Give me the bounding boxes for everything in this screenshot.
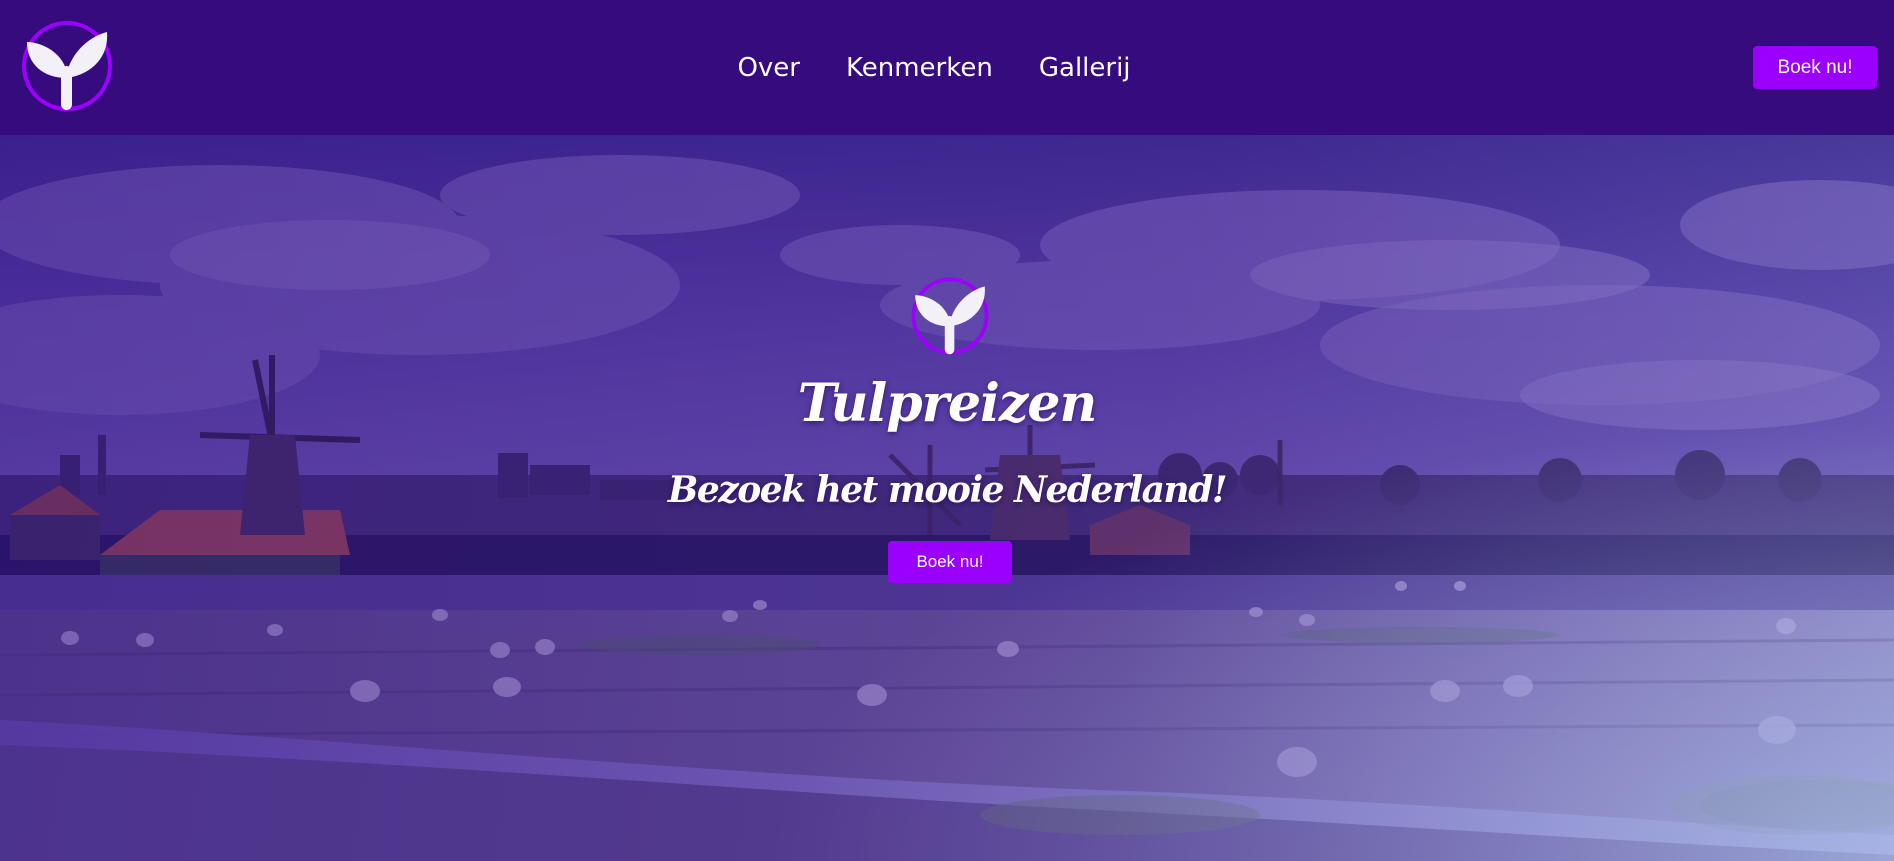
- book-now-button[interactable]: Boek nu!: [1753, 46, 1877, 89]
- navbar: Over Kenmerken Gallerij Boek nu!: [0, 0, 1894, 135]
- hero-section: Tulpreizen Bezoek het mooie Nederland! B…: [0, 135, 1894, 861]
- nav-link-gallerij[interactable]: Gallerij: [1039, 53, 1131, 83]
- nav-link-over[interactable]: Over: [737, 53, 800, 83]
- hero-content: Tulpreizen Bezoek het mooie Nederland! B…: [0, 135, 1894, 861]
- main-navigation: Over Kenmerken Gallerij: [0, 0, 1894, 135]
- hero-title: Tulpreizen: [797, 373, 1098, 434]
- hero-subtitle: Bezoek het mooie Nederland!: [667, 469, 1228, 511]
- hero-sprout-icon: [910, 276, 990, 356]
- nav-link-kenmerken[interactable]: Kenmerken: [846, 53, 993, 83]
- hero-book-now-button[interactable]: Boek nu!: [888, 541, 1012, 583]
